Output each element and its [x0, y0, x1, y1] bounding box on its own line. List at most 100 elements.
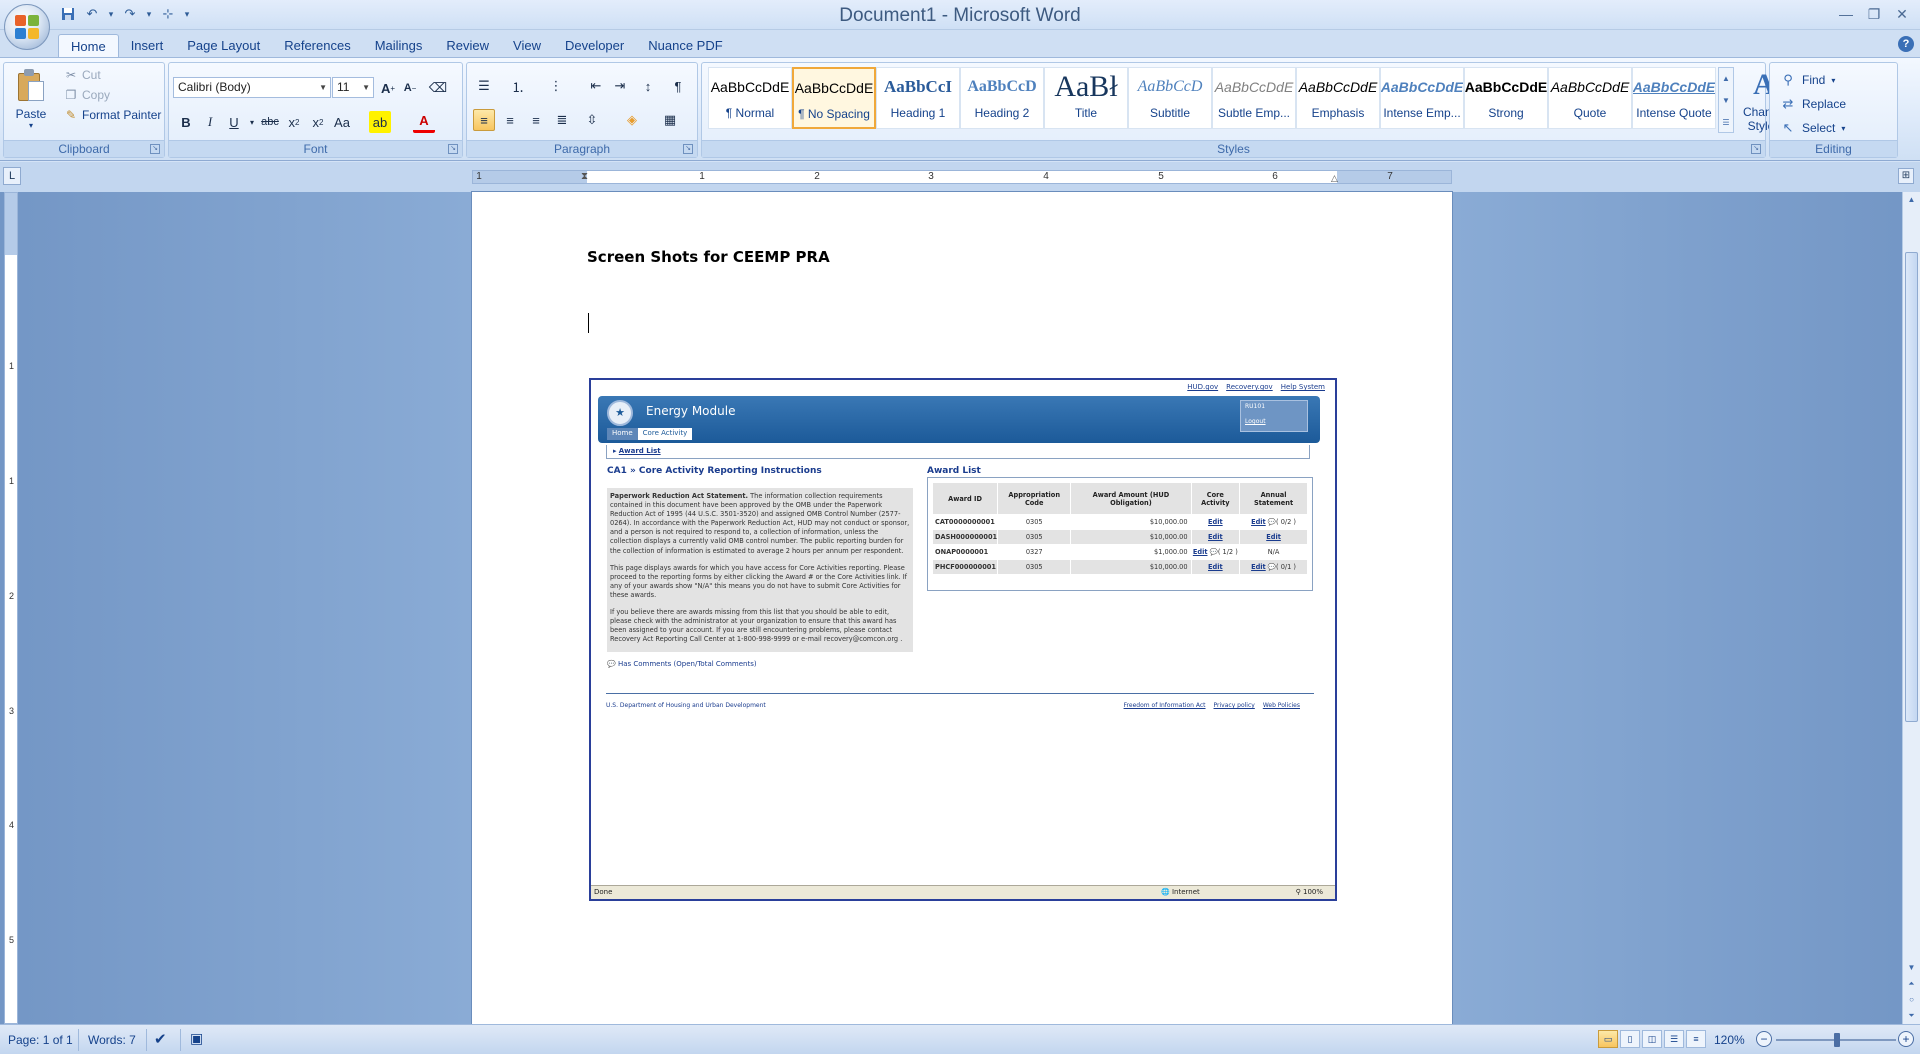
style-normal[interactable]: AaBbCcDdE ¶ Normal	[708, 67, 792, 129]
close-icon[interactable]: ✕	[1888, 2, 1916, 26]
strikethrough-icon[interactable]: abc	[259, 111, 281, 133]
replace-button[interactable]: ⇄ Replace	[1780, 93, 1846, 115]
cut-button[interactable]: ✂ Cut	[64, 65, 161, 85]
subscript-icon[interactable]: x2	[283, 111, 305, 133]
style-no-spacing[interactable]: AaBbCcDdE ¶ No Spacing	[792, 67, 876, 129]
clipboard-launcher-icon[interactable]: ↘	[150, 144, 160, 154]
right-indent-marker-icon[interactable]: △	[1331, 173, 1338, 184]
zoom-in-icon[interactable]: +	[1898, 1031, 1914, 1047]
previous-page-icon[interactable]: ⏶	[1903, 976, 1920, 992]
full-screen-reading-icon[interactable]: ▯	[1620, 1030, 1640, 1048]
outline-icon[interactable]: ☰	[1664, 1030, 1684, 1048]
proofing-icon[interactable]: ✔	[154, 1030, 167, 1048]
tab-selector-icon[interactable]: L	[3, 167, 21, 185]
paste-dropdown-icon[interactable]: ▾	[10, 121, 52, 130]
bold-icon[interactable]: B	[175, 111, 197, 133]
style-intense-emphasis[interactable]: AaBbCcDdE Intense Emp...	[1380, 67, 1464, 129]
select-button[interactable]: ↖ Select ▾	[1780, 117, 1846, 139]
shading-icon[interactable]: ◈	[621, 109, 643, 131]
align-right-icon[interactable]: ≡	[525, 109, 547, 131]
find-button[interactable]: ⚲ Find ▾	[1780, 69, 1835, 91]
justify-icon[interactable]: ≣	[551, 109, 573, 131]
styles-gallery-scroll[interactable]: ▲ ▼ ☰	[1718, 67, 1734, 133]
style-heading-1[interactable]: AaBbCcI Heading 1	[876, 67, 960, 129]
embedded-screenshot[interactable]: HUD.gov Recovery.gov Help System ★ Energ…	[589, 378, 1337, 901]
document-page[interactable]: Screen Shots for CEEMP PRA HUD.gov Recov…	[472, 192, 1452, 1024]
window-controls: — ❐ ✕	[1832, 2, 1916, 26]
minimize-icon[interactable]: —	[1832, 2, 1860, 26]
view-ruler-icon[interactable]: ⊞	[1898, 168, 1914, 184]
style-subtle-emphasis[interactable]: AaBbCcDdE Subtle Emp...	[1212, 67, 1296, 129]
borders-icon[interactable]: ▦	[659, 109, 681, 131]
styles-launcher-icon[interactable]: ↘	[1751, 144, 1761, 154]
more-styles-icon[interactable]: ☰	[1719, 112, 1733, 134]
indent-marker-icon[interactable]: ⧗	[581, 171, 588, 182]
paragraph-launcher-icon[interactable]: ↘	[683, 144, 693, 154]
italic-icon[interactable]: I	[199, 111, 221, 133]
tab-references[interactable]: References	[272, 34, 362, 59]
style-title[interactable]: AaBł Title	[1044, 67, 1128, 129]
page-count[interactable]: Page: 1 of 1	[8, 1033, 73, 1047]
sort-icon[interactable]: ↕	[637, 75, 659, 97]
print-layout-icon[interactable]: ▭	[1598, 1030, 1618, 1048]
font-launcher-icon[interactable]: ↘	[448, 144, 458, 154]
highlight-icon[interactable]: ab	[369, 111, 391, 133]
vertical-scrollbar[interactable]: ▲ ▼ ⏶ ○ ⏷	[1902, 192, 1920, 1024]
help-icon[interactable]: ?	[1898, 36, 1914, 52]
bullets-icon[interactable]: ☰	[473, 75, 495, 97]
zoom-slider-thumb[interactable]	[1834, 1033, 1840, 1047]
draft-icon[interactable]: ≡	[1686, 1030, 1706, 1048]
shrink-font-icon[interactable]: A −	[399, 77, 421, 99]
style-emphasis[interactable]: AaBbCcDdE Emphasis	[1296, 67, 1380, 129]
numbering-icon[interactable]: ⒈	[507, 75, 529, 97]
word-count[interactable]: Words: 7	[88, 1033, 136, 1047]
tab-view[interactable]: View	[501, 34, 553, 59]
superscript-icon[interactable]: x2	[307, 111, 329, 133]
format-painter-button[interactable]: ✎ Format Painter	[64, 105, 161, 125]
next-page-icon[interactable]: ⏷	[1903, 1008, 1920, 1024]
font-color-icon[interactable]: A	[413, 111, 435, 133]
tab-insert[interactable]: Insert	[119, 34, 176, 59]
scroll-up-icon[interactable]: ▲	[1719, 68, 1733, 90]
scroll-down-icon[interactable]: ▼	[1903, 960, 1920, 976]
tab-home[interactable]: Home	[58, 34, 119, 59]
zoom-out-icon[interactable]: −	[1756, 1031, 1772, 1047]
macro-record-icon[interactable]: ▣	[190, 1030, 203, 1047]
scroll-up-icon[interactable]: ▲	[1903, 192, 1920, 208]
multilevel-list-icon[interactable]: ⋮	[545, 75, 567, 97]
grow-font-icon[interactable]: A +	[377, 77, 399, 99]
align-left-icon[interactable]: ≡	[473, 109, 495, 131]
tab-nuance-pdf[interactable]: Nuance PDF	[636, 34, 734, 59]
office-button[interactable]	[4, 4, 50, 50]
line-spacing-icon[interactable]: ⇳	[581, 109, 603, 131]
vertical-ruler[interactable]: 1 1 2 3 4 5	[4, 192, 18, 1024]
font-size-combo[interactable]: 11 ▼	[332, 77, 374, 98]
decrease-indent-icon[interactable]: ⇤	[585, 75, 607, 97]
browse-object-icon[interactable]: ○	[1903, 992, 1920, 1008]
zoom-slider[interactable]	[1776, 1033, 1896, 1047]
scroll-down-icon[interactable]: ▼	[1719, 90, 1733, 112]
tab-developer[interactable]: Developer	[553, 34, 636, 59]
clear-formatting-icon[interactable]: ⌫	[427, 77, 449, 99]
tab-mailings[interactable]: Mailings	[363, 34, 435, 59]
embedded-breadcrumb: ▸ Award List	[606, 445, 1310, 459]
zoom-level[interactable]: 120%	[1714, 1033, 1745, 1047]
style-strong[interactable]: AaBbCcDdE Strong	[1464, 67, 1548, 129]
change-case-icon[interactable]: Aa	[331, 111, 353, 133]
horizontal-ruler[interactable]: 1 1 2 3 4 5 6 7 ⧗ △	[472, 170, 1452, 184]
restore-icon[interactable]: ❐	[1860, 2, 1888, 26]
paste-button[interactable]: Paste ▾	[10, 67, 52, 137]
align-center-icon[interactable]: ≡	[499, 109, 521, 131]
font-family-combo[interactable]: Calibri (Body) ▼	[173, 77, 331, 98]
tab-page-layout[interactable]: Page Layout	[175, 34, 272, 59]
scroll-thumb[interactable]	[1905, 252, 1918, 722]
style-quote[interactable]: AaBbCcDdE Quote	[1548, 67, 1632, 129]
increase-indent-icon[interactable]: ⇥	[609, 75, 631, 97]
style-subtitle[interactable]: AaBbCcD Subtitle	[1128, 67, 1212, 129]
style-intense-quote[interactable]: AaBbCcDdE Intense Quote	[1632, 67, 1716, 129]
style-heading-2[interactable]: AaBbCcD Heading 2	[960, 67, 1044, 129]
copy-button[interactable]: ❐ Copy	[64, 85, 161, 105]
show-formatting-marks-icon[interactable]: ¶	[667, 75, 689, 97]
tab-review[interactable]: Review	[434, 34, 501, 59]
web-layout-icon[interactable]: ◫	[1642, 1030, 1662, 1048]
